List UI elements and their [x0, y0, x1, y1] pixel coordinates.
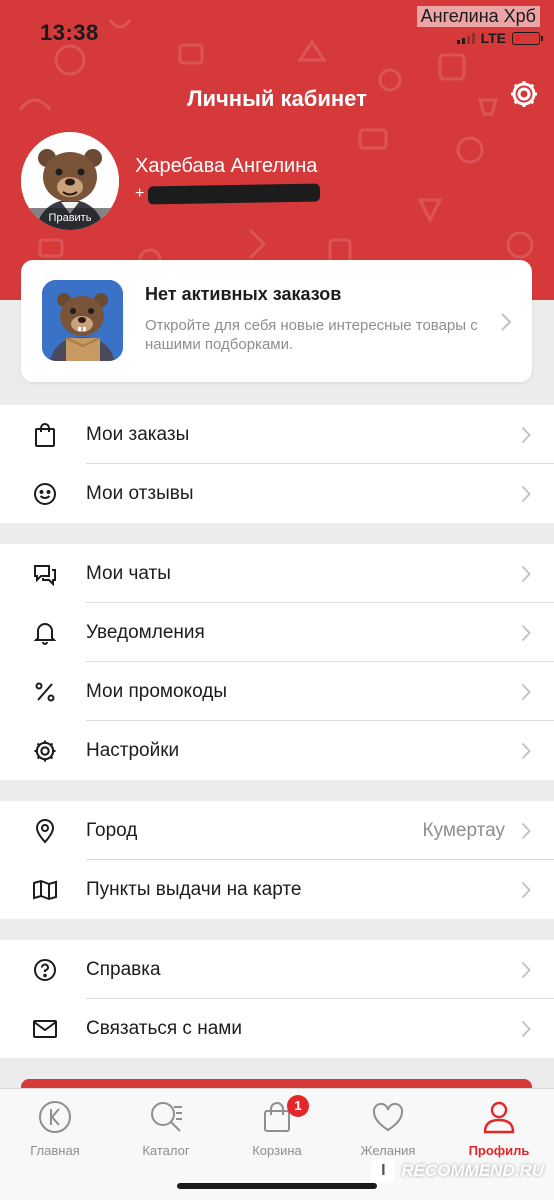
tab-label: Каталог: [142, 1143, 190, 1158]
bear-box-illustration: [42, 280, 123, 361]
bell-icon: [32, 620, 58, 646]
menu-label: Мои промокоды: [86, 681, 227, 702]
chevron-right-icon: [521, 565, 531, 583]
gear-icon: [511, 81, 537, 107]
percent-icon: [32, 679, 58, 705]
recommend-watermark: I RECOMMEND.RU: [371, 1157, 544, 1185]
phone-prefix: +: [135, 185, 145, 202]
menu-item-chats[interactable]: Мои чаты: [0, 544, 554, 603]
menu-label: Связаться с нами: [86, 1018, 242, 1039]
tab-profile[interactable]: Профиль: [444, 1095, 554, 1161]
menu-label: Настройки: [86, 740, 180, 761]
edit-avatar-label[interactable]: Править: [21, 208, 119, 230]
battery-icon: [512, 31, 543, 45]
location-pin-icon: [32, 818, 58, 844]
watermark-logo: I: [371, 1159, 396, 1183]
menu-item-contact[interactable]: Связаться с нами: [0, 999, 554, 1058]
tab-label: Профиль: [468, 1143, 530, 1158]
envelope-icon: [32, 1016, 58, 1042]
status-time: 13:38: [40, 20, 99, 45]
chevron-right-icon: [521, 961, 531, 979]
tab-label: Желания: [360, 1143, 416, 1158]
chevron-right-icon: [501, 313, 512, 331]
menu-label: Уведомления: [86, 622, 205, 643]
menu-item-city[interactable]: Город Кумертау: [0, 801, 554, 860]
menu-item-help[interactable]: Справка: [0, 940, 554, 999]
chevron-right-icon: [521, 426, 531, 444]
home-indicator: [177, 1183, 377, 1189]
menu-group-communication: Мои чаты Уведомления Мои промокоды Настр…: [0, 544, 554, 780]
settings-button[interactable]: [508, 78, 540, 110]
menu-group-orders: Мои заказы Мои отзывы: [0, 405, 554, 523]
tab-label: Главная: [30, 1143, 80, 1158]
chevron-right-icon: [521, 742, 531, 760]
catalog-search-icon: [151, 1102, 182, 1132]
user-phone: +: [135, 183, 321, 205]
map-icon: [32, 877, 58, 903]
menu-item-notifications[interactable]: Уведомления: [0, 603, 554, 662]
user-name: Харебава Ангелина: [135, 155, 318, 177]
menu-label: Пункты выдачи на карте: [86, 879, 302, 900]
menu-label: Мои чаты: [86, 563, 171, 584]
signal-icon: [456, 32, 475, 44]
tab-cart[interactable]: 1 Корзина: [222, 1095, 332, 1161]
chevron-right-icon: [521, 485, 531, 503]
cart-count-badge: 1: [287, 1095, 309, 1117]
menu-item-promocodes[interactable]: Мои промокоды: [0, 662, 554, 721]
tab-wishlist[interactable]: Желания: [333, 1095, 443, 1161]
chevron-right-icon: [521, 1020, 531, 1038]
question-icon: [32, 957, 58, 983]
shopping-bag-icon: [32, 422, 58, 448]
menu-label: Город: [86, 820, 138, 841]
status-indicators: Ангелина Хрб LTE: [416, 6, 543, 46]
card-text: Откройте для себя новые интересные товар…: [145, 317, 478, 353]
tab-home[interactable]: Главная: [0, 1095, 110, 1161]
no-active-orders-card[interactable]: Нет активных заказов Откройте для себя н…: [21, 260, 532, 382]
gear-icon: [32, 738, 58, 764]
chat-icon: [32, 561, 58, 587]
menu-group-location: Город Кумертау Пункты выдачи на карте: [0, 801, 554, 919]
menu-item-reviews[interactable]: Мои отзывы: [0, 464, 554, 523]
chevron-right-icon: [521, 683, 531, 701]
chevron-right-icon: [521, 822, 531, 840]
profile-header: 13:38 Ангелина Хрб LTE Личный кабинет Пр…: [0, 0, 554, 300]
menu-label: Мои отзывы: [86, 483, 194, 504]
user-icon: [483, 1101, 515, 1134]
menu-item-settings[interactable]: Настройки: [0, 721, 554, 780]
bear-with-box-icon: [42, 280, 123, 361]
card-title: Нет активных заказов: [145, 284, 342, 304]
network-type: LTE: [480, 30, 506, 46]
phone-redaction: [148, 183, 321, 205]
menu-item-pickup-points[interactable]: Пункты выдачи на карте: [0, 860, 554, 919]
status-username: Ангелина Хрб: [416, 6, 540, 27]
menu-item-orders[interactable]: Мои заказы: [0, 405, 554, 464]
menu-label: Мои заказы: [86, 424, 190, 445]
avatar[interactable]: Править: [21, 132, 119, 230]
page-title: Личный кабинет: [187, 86, 367, 111]
menu-label: Справка: [86, 959, 161, 980]
heart-icon: [372, 1102, 404, 1132]
tab-catalog[interactable]: Каталог: [111, 1095, 221, 1161]
tab-label: Корзина: [252, 1143, 302, 1158]
chevron-right-icon: [521, 881, 531, 899]
city-value: Кумертау: [422, 820, 505, 841]
menu-group-support: Справка Связаться с нами: [0, 940, 554, 1058]
smile-icon: [32, 481, 58, 507]
chevron-right-icon: [521, 624, 531, 642]
home-logo-icon: [39, 1101, 71, 1133]
watermark-text: RECOMMEND.RU: [401, 1161, 544, 1180]
